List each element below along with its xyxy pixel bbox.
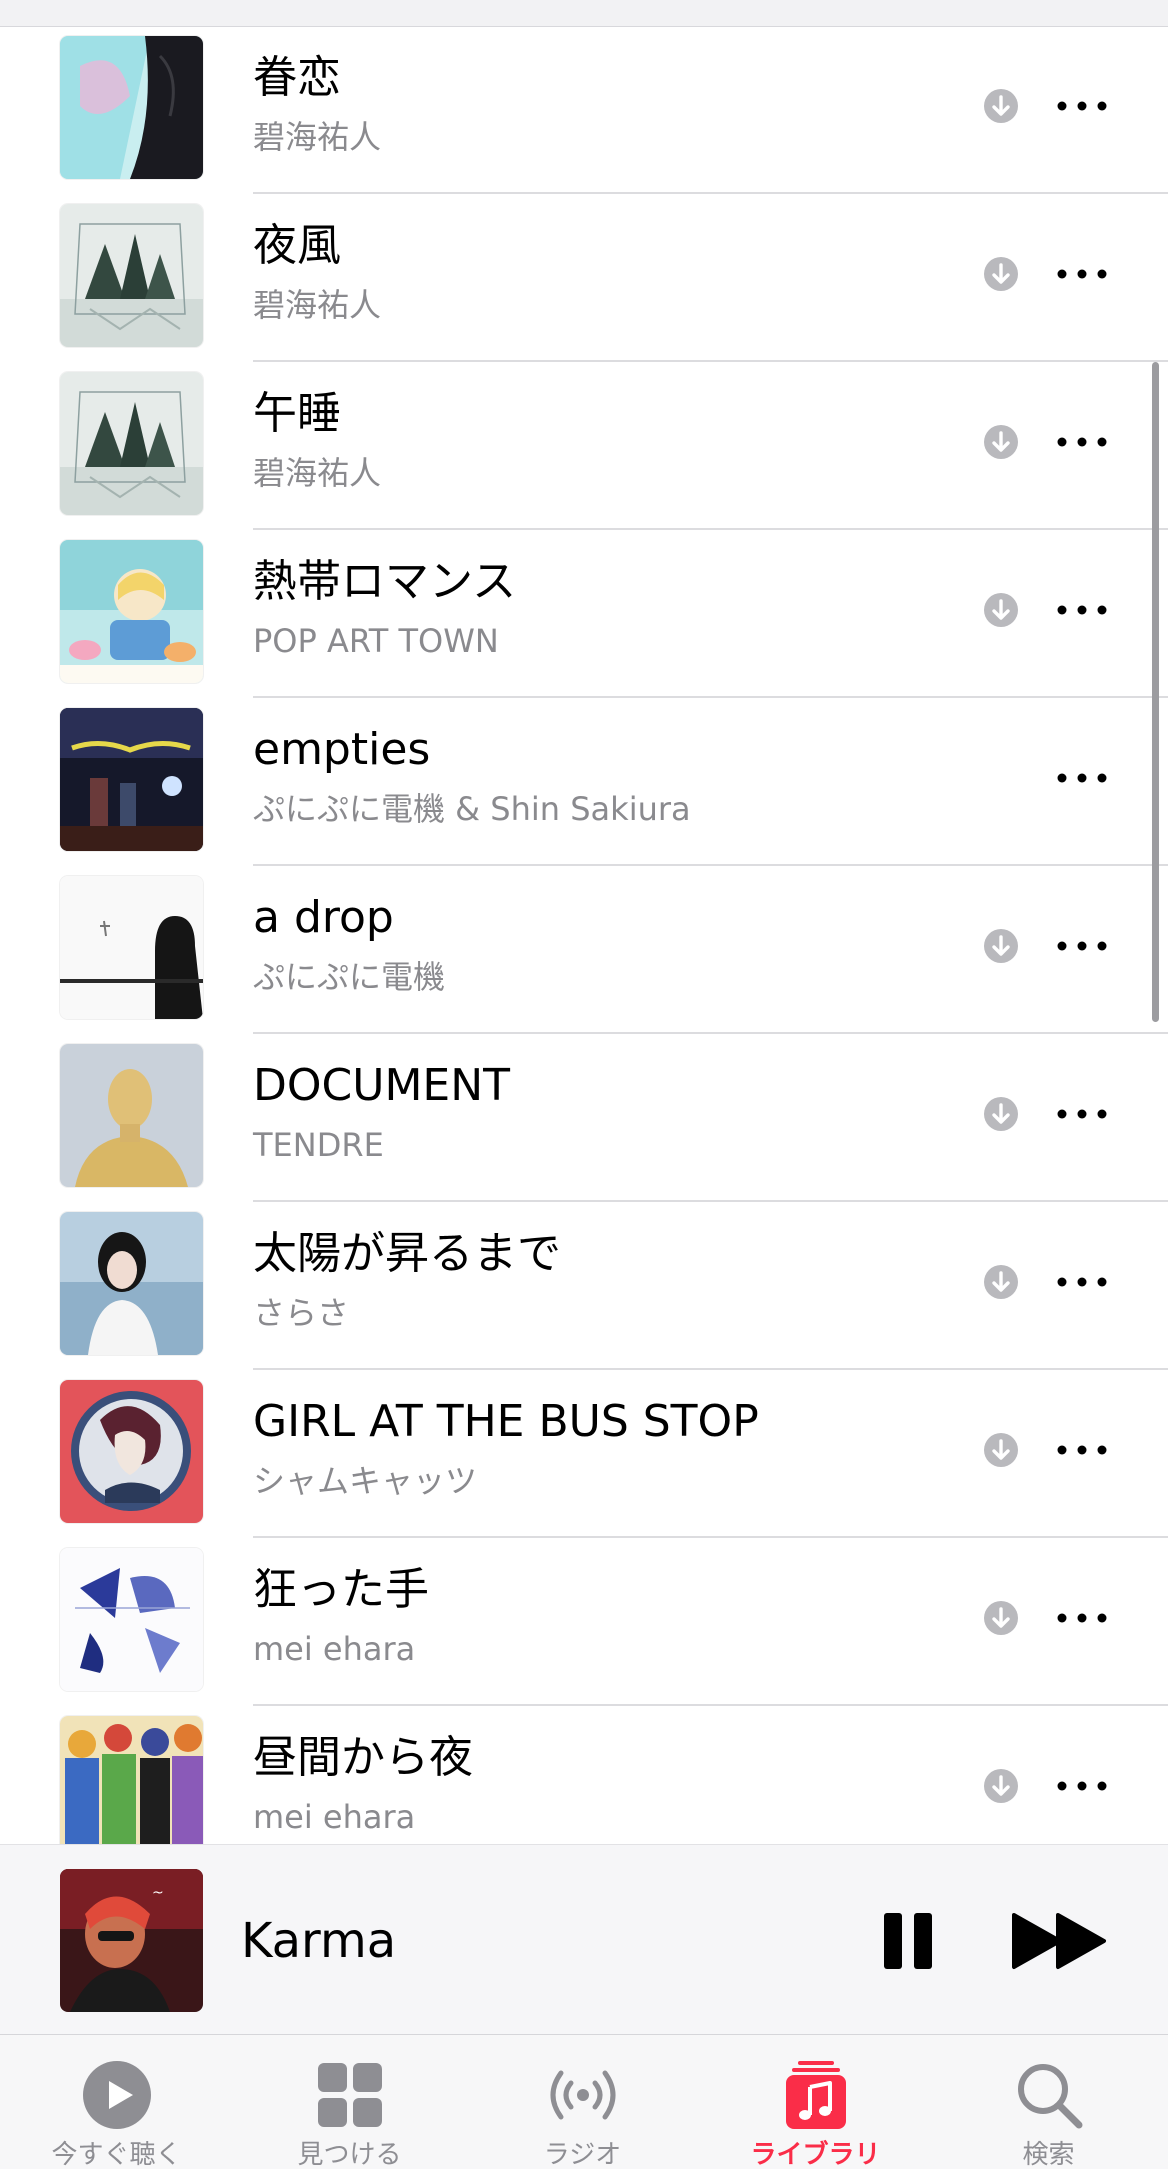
mini-player[interactable]: ~ Karma <box>0 1844 1168 2035</box>
more-options-icon[interactable] <box>1054 1432 1110 1468</box>
now-playing-title: Karma <box>241 1913 397 1969</box>
song-artist: mei ehara <box>253 1798 416 1836</box>
tab-label: ライブラリ <box>750 2140 881 2170</box>
now-playing-artwork[interactable]: ~ <box>60 1869 203 2012</box>
download-icon[interactable] <box>983 1600 1019 1636</box>
song-title: 昼間から夜 <box>253 1732 473 1783</box>
song-artist: 碧海祐人 <box>253 286 382 324</box>
album-artwork <box>60 1044 203 1187</box>
album-artwork <box>60 1548 203 1691</box>
song-title: 眷恋 <box>253 52 341 103</box>
download-icon[interactable] <box>983 592 1019 628</box>
more-options-icon[interactable] <box>1054 592 1110 628</box>
song-row[interactable]: GIRL AT THE BUS STOP シャムキャッツ <box>0 1370 1168 1538</box>
album-artwork <box>60 372 203 515</box>
tab-label: 検索 <box>1022 2140 1075 2170</box>
song-title: a drop <box>253 892 394 943</box>
more-options-icon[interactable] <box>1054 1096 1110 1132</box>
song-row[interactable]: 昼間から夜 mei ehara <box>0 1706 1168 1844</box>
song-artist: シャムキャッツ <box>253 1462 478 1500</box>
more-options-icon[interactable] <box>1054 1600 1110 1636</box>
download-icon[interactable] <box>983 928 1019 964</box>
song-row[interactable]: 眷恋 碧海祐人 <box>0 26 1168 194</box>
tab-library[interactable]: ライブラリ <box>699 2035 932 2170</box>
song-title: empties <box>253 724 431 775</box>
album-artwork <box>60 36 203 179</box>
song-title: 熱帯ロマンス <box>253 556 517 607</box>
tab-bar: 今すぐ聴く 見つける ラジオ ライブラリ 検索 <box>0 2034 1168 2170</box>
more-options-icon[interactable] <box>1054 928 1110 964</box>
song-row[interactable]: 太陽が昇るまで さらさ <box>0 1202 1168 1370</box>
more-options-icon[interactable] <box>1054 760 1110 796</box>
more-options-icon[interactable] <box>1054 1768 1110 1804</box>
grid-icon <box>318 2063 382 2127</box>
tab-label: ラジオ <box>543 2140 622 2170</box>
tab-search[interactable]: 検索 <box>932 2035 1165 2170</box>
song-row[interactable]: a drop ぷにぷに電機 <box>0 866 1168 1034</box>
more-options-icon[interactable] <box>1054 88 1110 124</box>
tab-label: 今すぐ聴く <box>51 2140 182 2170</box>
song-row[interactable]: empties ぷにぷに電機 & Shin Sakiura <box>0 698 1168 866</box>
song-row[interactable]: DOCUMENT TENDRE <box>0 1034 1168 1202</box>
song-artist: さらさ <box>253 1294 350 1332</box>
pause-icon[interactable] <box>880 1911 936 1971</box>
song-row[interactable]: 夜風 碧海祐人 <box>0 194 1168 362</box>
song-row[interactable]: 午睡 碧海祐人 <box>0 362 1168 530</box>
album-artwork <box>60 1212 203 1355</box>
more-options-icon[interactable] <box>1054 424 1110 460</box>
song-artist: 碧海祐人 <box>253 454 382 492</box>
song-artist: ぷにぷに電機 <box>253 958 446 996</box>
song-artist: TENDRE <box>253 1126 384 1164</box>
album-artwork <box>60 708 203 851</box>
radio-icon <box>550 2070 616 2120</box>
song-row[interactable]: 狂った手 mei ehara <box>0 1538 1168 1706</box>
song-title: 午睡 <box>253 388 341 439</box>
album-artwork <box>60 540 203 683</box>
more-options-icon[interactable] <box>1054 1264 1110 1300</box>
tab-radio[interactable]: ラジオ <box>466 2035 699 2170</box>
song-artist: ぷにぷに電機 & Shin Sakiura <box>253 790 691 828</box>
download-icon[interactable] <box>983 1264 1019 1300</box>
tab-listen-now[interactable]: 今すぐ聴く <box>0 2035 233 2170</box>
song-list: 眷恋 碧海祐人 夜風 碧海祐人 午睡 碧海祐人 熱帯ロマンス POP ART T… <box>0 26 1168 1844</box>
song-artist: mei ehara <box>253 1630 416 1668</box>
song-title: 狂った手 <box>253 1564 429 1615</box>
album-artwork <box>60 1716 203 1844</box>
song-title: 夜風 <box>253 220 341 271</box>
tab-label: 見つける <box>297 2140 402 2170</box>
song-title: 太陽が昇るまで <box>253 1228 561 1279</box>
download-icon[interactable] <box>983 1432 1019 1468</box>
download-icon[interactable] <box>983 88 1019 124</box>
play-circle-icon <box>83 2061 151 2129</box>
song-title: DOCUMENT <box>253 1060 510 1111</box>
music-library-icon <box>786 2061 846 2129</box>
download-icon[interactable] <box>983 424 1019 460</box>
scrollbar[interactable] <box>1152 362 1159 1022</box>
download-icon[interactable] <box>983 256 1019 292</box>
song-row[interactable]: 熱帯ロマンス POP ART TOWN <box>0 530 1168 698</box>
download-icon[interactable] <box>983 1096 1019 1132</box>
album-artwork <box>60 204 203 347</box>
tab-browse[interactable]: 見つける <box>233 2035 466 2170</box>
download-icon[interactable] <box>983 1768 1019 1804</box>
song-title: GIRL AT THE BUS STOP <box>253 1396 759 1447</box>
album-artwork <box>60 876 203 1019</box>
album-artwork <box>60 1380 203 1523</box>
fast-forward-icon[interactable] <box>1010 1911 1110 1971</box>
top-bar-edge <box>0 0 1168 27</box>
more-options-icon[interactable] <box>1054 256 1110 292</box>
song-artist: POP ART TOWN <box>253 622 499 660</box>
song-artist: 碧海祐人 <box>253 118 382 156</box>
search-icon <box>1018 2064 1083 2129</box>
svg-text:~: ~ <box>152 1885 164 1901</box>
